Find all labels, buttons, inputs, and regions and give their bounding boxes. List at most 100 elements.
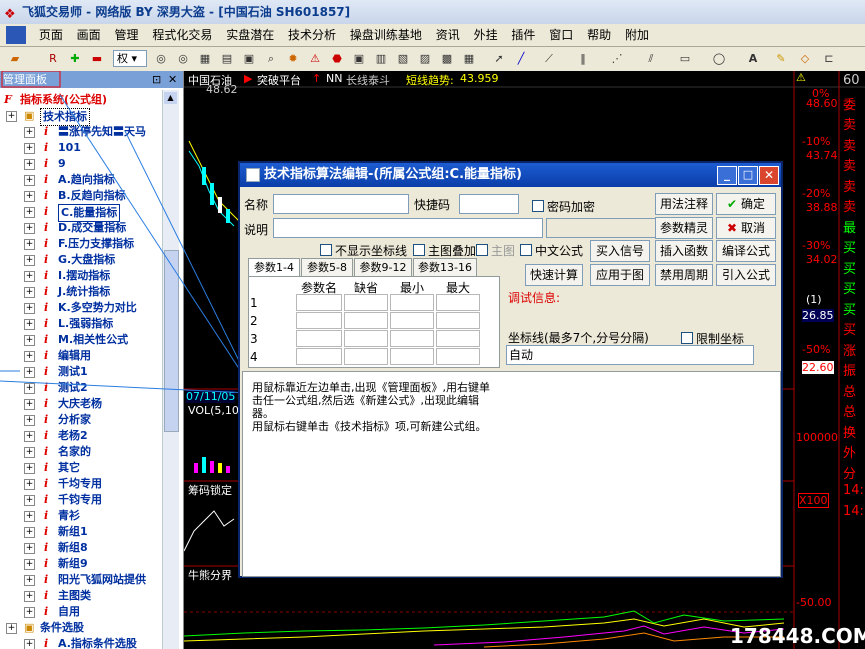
glasses2-icon[interactable]: ◎ — [174, 50, 192, 67]
tree-item[interactable]: + i 分析家 — [0, 412, 162, 428]
layout2-icon[interactable]: ▨ — [416, 50, 434, 67]
text-icon[interactable]: A — [744, 50, 762, 67]
tree-item[interactable]: + i 新组9 — [0, 556, 162, 572]
expand-icon[interactable]: + — [24, 591, 35, 602]
param-cell[interactable] — [344, 312, 388, 329]
usage-button[interactable]: 用法注释 — [655, 193, 713, 215]
tree-item[interactable]: + i 新组8 — [0, 540, 162, 556]
apply-chart-button[interactable]: 应用于图 — [590, 264, 650, 286]
name-field[interactable] — [273, 194, 409, 214]
desc-field[interactable] — [273, 218, 543, 238]
menu-item-realtime[interactable]: 实盘潜在 — [221, 24, 279, 46]
insert-function-button[interactable]: 插入函数 — [655, 240, 713, 262]
menu-item-plugin-ext[interactable]: 外挂 — [469, 24, 503, 46]
main-chart-checkbox[interactable]: 主图 — [476, 242, 515, 259]
alarm-icon[interactable]: ⚠ — [306, 50, 324, 67]
menu-item-help[interactable]: 帮助 — [582, 24, 616, 46]
lock-icon[interactable]: ▣ — [350, 50, 368, 67]
tab-params-9-12[interactable]: 参数9-12 — [354, 258, 412, 276]
tree-item[interactable]: + i 其它 — [0, 460, 162, 476]
param-cell[interactable] — [390, 348, 434, 365]
glasses-icon[interactable]: ◎ — [152, 50, 170, 67]
maximize-button[interactable]: □ — [738, 166, 758, 185]
ray-icon[interactable]: ⟋ — [540, 50, 558, 67]
expand-icon[interactable]: + — [24, 559, 35, 570]
tab-params-1-4[interactable]: 参数1-4 — [248, 258, 300, 277]
param-cell[interactable] — [436, 330, 480, 347]
expand-icon[interactable]: + — [24, 607, 35, 618]
expand-icon[interactable]: + — [24, 639, 35, 649]
tree-item[interactable]: + i 新组1 — [0, 524, 162, 540]
ok-button[interactable]: ✔ 确定 — [716, 193, 776, 215]
param-cell[interactable] — [344, 348, 388, 365]
quick-calc-button[interactable]: 快速计算 — [525, 264, 583, 286]
buy-signal-button[interactable]: 买入信号 — [590, 240, 650, 262]
gear-icon[interactable]: ✹ — [284, 50, 302, 67]
expand-icon[interactable]: + — [24, 575, 35, 586]
rights-dropdown[interactable]: 权 ▾ — [113, 50, 147, 67]
tree-item[interactable]: + i 阳光飞狐网站提供 — [0, 572, 162, 588]
param-cell[interactable] — [344, 330, 388, 347]
expand-icon[interactable]: + — [24, 463, 35, 474]
param-cell[interactable] — [296, 312, 342, 329]
param-cell[interactable] — [436, 312, 480, 329]
param-cell[interactable] — [390, 294, 434, 311]
tree-group-stock-select[interactable]: + ▣ 条件选股 — [0, 620, 162, 636]
expand-icon[interactable]: + — [24, 479, 35, 490]
layout3-icon[interactable]: ▩ — [438, 50, 456, 67]
tree-item[interactable]: + i 名家的 — [0, 444, 162, 460]
param-cell[interactable] — [390, 312, 434, 329]
param-cell[interactable] — [436, 294, 480, 311]
param-cell[interactable] — [296, 330, 342, 347]
menu-item-extra[interactable]: 附加 — [620, 24, 654, 46]
stop-icon[interactable]: ⬣ — [328, 50, 346, 67]
expand-icon[interactable]: + — [24, 415, 35, 426]
ellipse-icon[interactable]: ◯ — [710, 50, 728, 67]
disable-period-button[interactable]: 禁用周期 — [655, 264, 713, 286]
expand-icon[interactable]: + — [24, 527, 35, 538]
rsi-icon[interactable]: R — [44, 50, 62, 67]
expand-icon[interactable]: + — [24, 511, 35, 522]
brush-icon[interactable]: ✎ — [772, 50, 790, 67]
table-icon[interactable]: ▥ — [372, 50, 390, 67]
overlay-checkbox[interactable]: 主图叠加 — [413, 242, 476, 259]
tree-item[interactable]: + i 主图类 — [0, 588, 162, 604]
expand-icon[interactable]: + — [24, 495, 35, 506]
tree-item[interactable]: + i 老杨2 — [0, 428, 162, 444]
tree-item[interactable]: + i 青衫 — [0, 508, 162, 524]
tree-item[interactable]: + i 千钧专用 — [0, 492, 162, 508]
bracket-icon[interactable]: ⊏ — [820, 50, 838, 67]
tab-params-13-16[interactable]: 参数13-16 — [413, 258, 477, 276]
minus-icon[interactable]: ▬ — [88, 50, 106, 67]
layout-icon[interactable]: ▧ — [394, 50, 412, 67]
param-cell[interactable] — [390, 330, 434, 347]
menu-item-window[interactable]: 窗口 — [544, 24, 578, 46]
param-cell[interactable] — [344, 294, 388, 311]
chinese-checkbox[interactable]: 中文公式 — [520, 242, 583, 259]
grid-icon[interactable]: ▦ — [196, 50, 214, 67]
param-wizard-button[interactable]: 参数精灵 — [655, 217, 713, 239]
fan-icon[interactable]: ⋰ — [608, 50, 626, 67]
compile-button[interactable]: 编译公式 — [716, 240, 776, 262]
import-button[interactable]: 引入公式 — [716, 264, 776, 286]
param-cell[interactable] — [296, 348, 342, 365]
tree-item[interactable]: + i 千均专用 — [0, 476, 162, 492]
expand-icon[interactable]: + — [24, 543, 35, 554]
no-axis-checkbox[interactable]: 不显示坐标线 — [320, 242, 407, 259]
cursor-icon[interactable]: ➚ — [490, 50, 508, 67]
expand-icon[interactable]: + — [6, 623, 17, 634]
chart-icon[interactable]: ▦ — [460, 50, 478, 67]
expand-icon[interactable]: + — [24, 447, 35, 458]
coord-field[interactable]: 自动 — [506, 345, 754, 365]
menu-item-screen[interactable]: 画面 — [72, 24, 106, 46]
window-icon[interactable]: ▣ — [240, 50, 258, 67]
tree-item[interactable]: + i A.指标条件选股 — [0, 636, 162, 649]
eraser-icon[interactable]: ◇ — [796, 50, 814, 67]
menu-item-info[interactable]: 资讯 — [431, 24, 465, 46]
menu-item-analysis[interactable]: 技术分析 — [283, 24, 341, 46]
menu-item-manage[interactable]: 管理 — [110, 24, 144, 46]
password-checkbox[interactable]: 密码加密 — [532, 198, 595, 215]
search-icon[interactable]: ⌕ — [262, 50, 280, 67]
menu-item-training[interactable]: 操盘训练基地 — [345, 24, 427, 46]
param-cell[interactable] — [436, 348, 480, 365]
